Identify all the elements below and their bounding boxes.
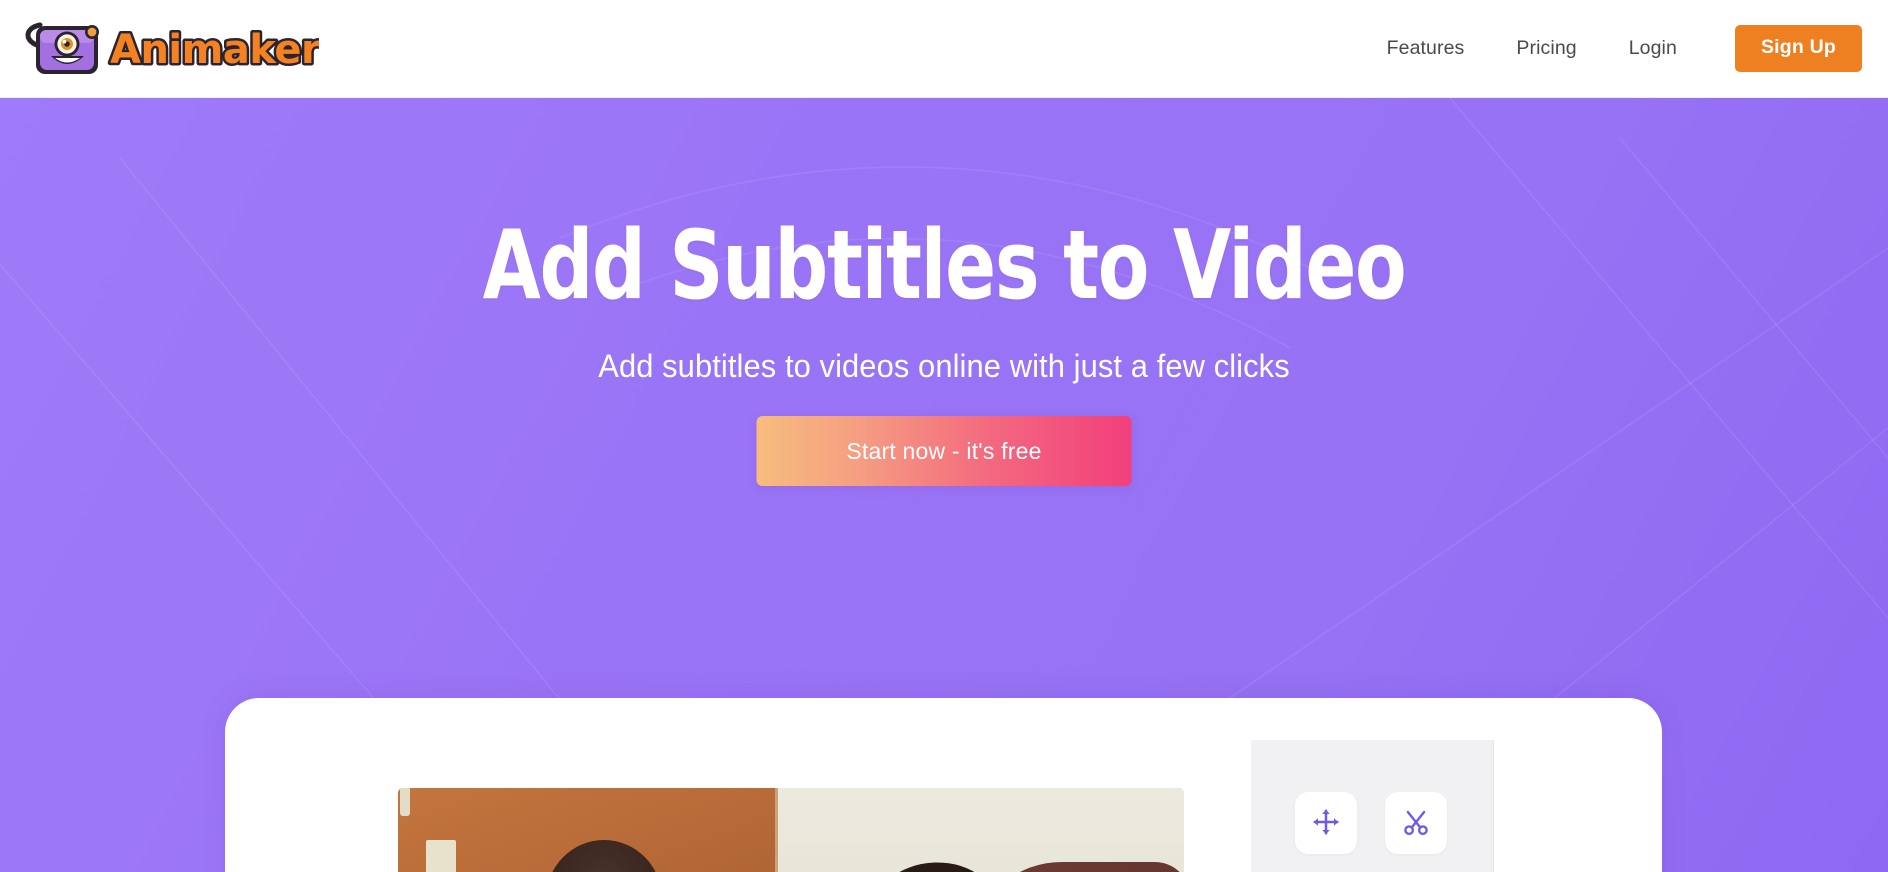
main-navigation: Features Pricing Login Sign Up xyxy=(1361,24,1862,73)
scissors-icon xyxy=(1401,807,1431,840)
hero-section: Add Subtitles to Video Add subtitles to … xyxy=(0,98,1888,872)
nav-link-login[interactable]: Login xyxy=(1603,37,1703,60)
preview-pin xyxy=(400,788,410,816)
sign-up-button[interactable]: Sign Up xyxy=(1734,24,1862,73)
nav-link-features[interactable]: Features xyxy=(1361,37,1491,60)
app-preview-card xyxy=(225,698,1662,872)
cut-tool-button[interactable] xyxy=(1385,792,1447,854)
nav-link-pricing[interactable]: Pricing xyxy=(1490,37,1602,60)
page-title: Add Subtitles to Video xyxy=(482,211,1407,321)
start-now-cta-button[interactable]: Start now - it's free xyxy=(756,416,1132,486)
move-tool-button[interactable] xyxy=(1295,792,1357,854)
hero-subtitle: Add subtitles to videos online with just… xyxy=(598,348,1290,384)
svg-text:Animaker: Animaker xyxy=(110,27,319,73)
page-root: Animaker Features Pricing Login Sign Up xyxy=(0,0,1888,872)
panel-divider xyxy=(1493,740,1494,872)
site-header: Animaker Features Pricing Login Sign Up xyxy=(0,0,1888,98)
move-icon xyxy=(1311,807,1341,840)
editor-tool-panel xyxy=(1251,740,1493,872)
video-preview[interactable] xyxy=(398,788,1184,872)
tool-grid xyxy=(1295,792,1447,872)
animaker-monster-logo-icon: Animaker xyxy=(14,16,324,83)
brand-logo[interactable]: Animaker xyxy=(14,16,324,83)
preview-sticky-note xyxy=(426,840,456,872)
